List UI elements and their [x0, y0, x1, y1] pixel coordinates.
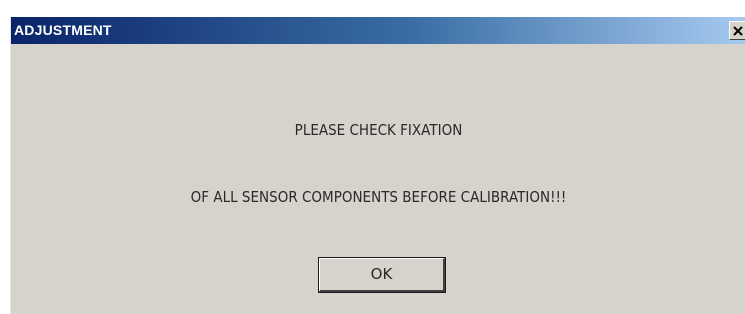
dialog-title: ADJUSTMENT — [14, 22, 112, 38]
dialog-titlebar[interactable]: ADJUSTMENT — [11, 17, 745, 44]
message-line-2: OF ALL SENSOR COMPONENTS BEFORE CALIBRAT… — [190, 188, 567, 206]
ok-button[interactable]: OK — [319, 258, 445, 292]
close-icon — [733, 26, 743, 36]
message-line-1: PLEASE CHECK FIXATION — [294, 121, 463, 139]
close-button[interactable] — [729, 21, 745, 40]
adjustment-dialog: ADJUSTMENT PLEASE CHECK FIXATION OF ALL … — [10, 17, 745, 314]
